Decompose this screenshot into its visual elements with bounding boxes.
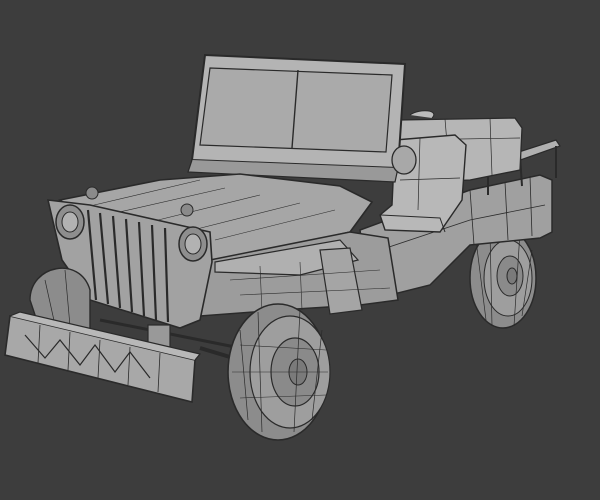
windshield [187,53,417,183]
front-right-wheel [227,303,331,441]
3d-viewport[interactable] [0,0,600,500]
jeep-wireframe-model [4,53,561,441]
